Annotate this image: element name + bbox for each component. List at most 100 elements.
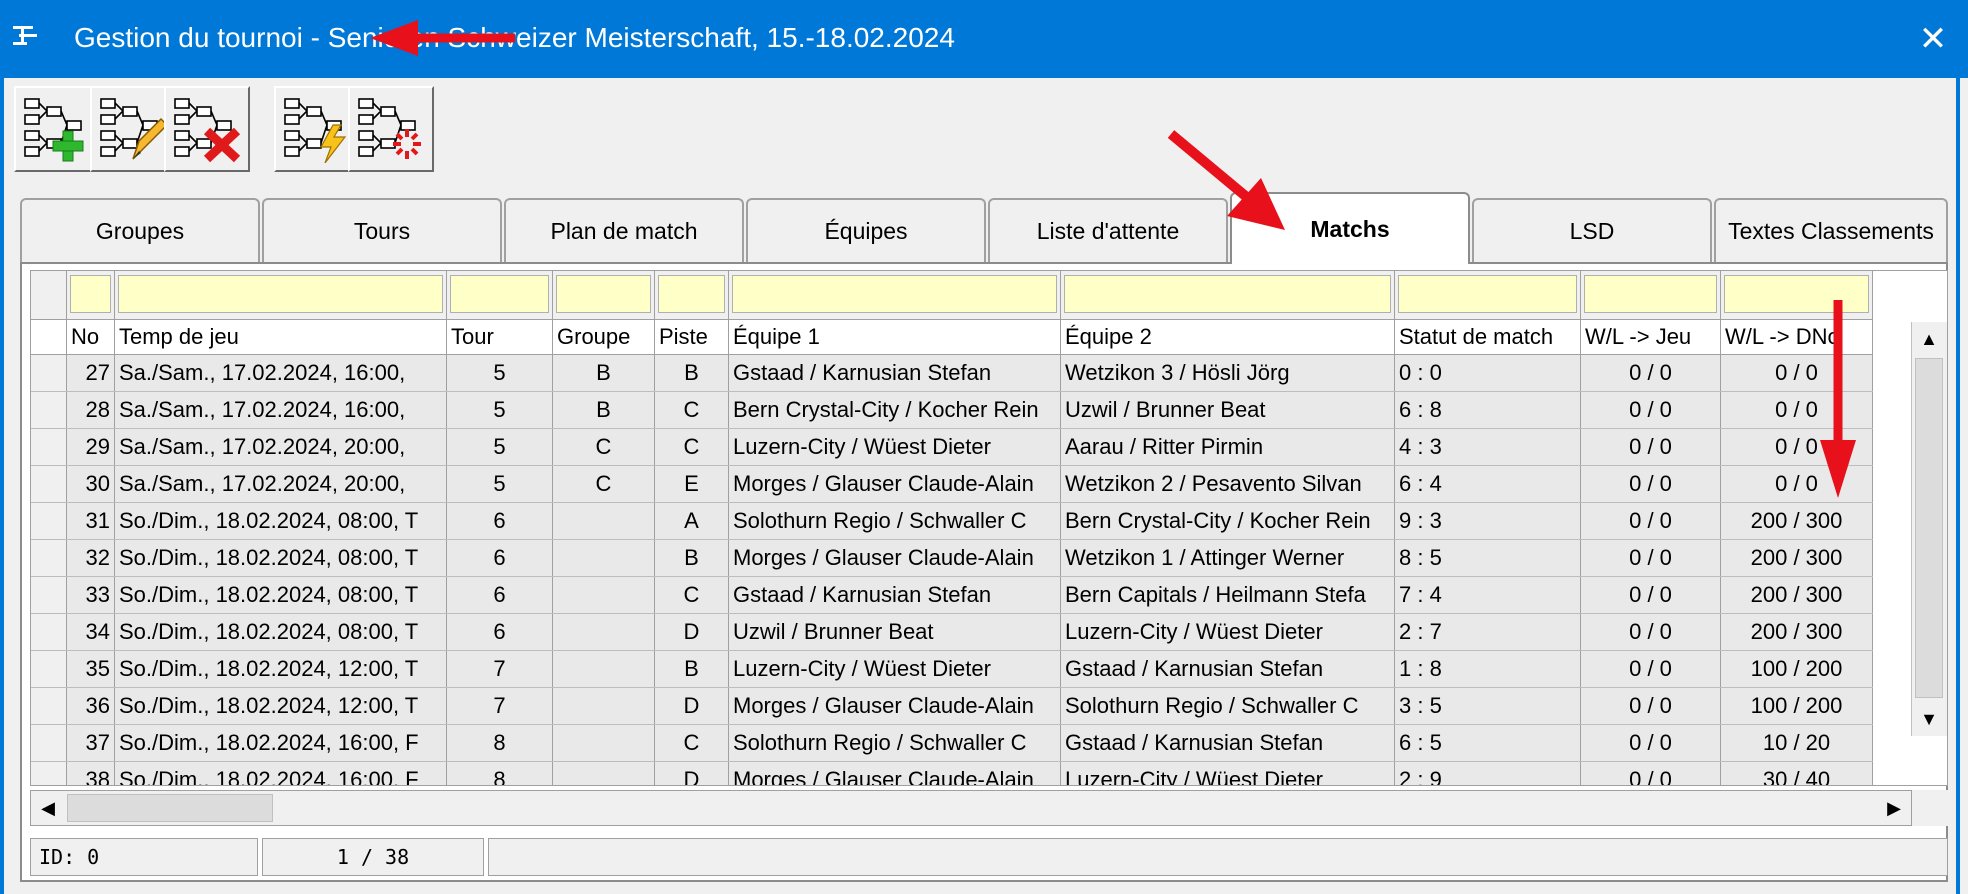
table-cell[interactable]: 200 / 300: [1721, 577, 1873, 613]
table-cell[interactable]: 6: [447, 577, 553, 613]
table-cell[interactable]: So./Dim., 18.02.2024, 16:00, F: [115, 762, 447, 785]
scroll-down-icon[interactable]: ▼: [1912, 702, 1946, 736]
table-row[interactable]: 31 So./Dim., 18.02.2024, 08:00, T 6 A Soloth…: [31, 503, 1873, 540]
table-cell[interactable]: B: [553, 392, 655, 428]
table-cell[interactable]: Luzern-City / Wüest Dieter: [729, 429, 1061, 465]
filter-input[interactable]: [450, 275, 549, 313]
column-header[interactable]: W/L -> DNo: [1721, 320, 1873, 354]
table-cell[interactable]: Bern Capitals / Heilmann Stefa: [1061, 577, 1395, 613]
table-cell[interactable]: Uzwil / Brunner Beat: [729, 614, 1061, 650]
table-cell[interactable]: 1 : 8: [1395, 651, 1581, 687]
column-header[interactable]: Tour: [447, 320, 553, 354]
tab-plan-de-match[interactable]: Plan de match: [504, 198, 744, 262]
table-cell[interactable]: 3 : 5: [1395, 688, 1581, 724]
table-cell[interactable]: 8: [447, 725, 553, 761]
table-cell[interactable]: C: [655, 725, 729, 761]
add-group-button[interactable]: [14, 86, 100, 172]
table-cell[interactable]: 9 : 3: [1395, 503, 1581, 539]
table-cell[interactable]: 28: [67, 392, 115, 428]
table-cell[interactable]: 29: [67, 429, 115, 465]
filter-input[interactable]: [732, 275, 1057, 313]
close-button[interactable]: ✕: [1898, 0, 1968, 78]
table-row[interactable]: 27 Sa./Sam., 17.02.2024, 16:00, 5 B B Gstaad …: [31, 355, 1873, 392]
row-indicator[interactable]: [31, 392, 67, 428]
table-row[interactable]: 30 Sa./Sam., 17.02.2024, 20:00, 5 C E Morges …: [31, 466, 1873, 503]
table-cell[interactable]: Gstaad / Karnusian Stefan: [1061, 725, 1395, 761]
row-indicator[interactable]: [31, 725, 67, 761]
table-cell[interactable]: Gstaad / Karnusian Stefan: [1061, 651, 1395, 687]
table-row[interactable]: 32 So./Dim., 18.02.2024, 08:00, T 6 B Morges…: [31, 540, 1873, 577]
tab-liste-d-attente[interactable]: Liste d'attente: [988, 198, 1228, 262]
table-cell[interactable]: 35: [67, 651, 115, 687]
table-cell[interactable]: 0 / 0: [1581, 725, 1721, 761]
table-row[interactable]: 35 So./Dim., 18.02.2024, 12:00, T 7 B Luzern…: [31, 651, 1873, 688]
table-cell[interactable]: Morges / Glauser Claude-Alain: [729, 466, 1061, 502]
table-cell[interactable]: Wetzikon 3 / Hösli Jörg: [1061, 355, 1395, 391]
table-cell[interactable]: 10 / 20: [1721, 725, 1873, 761]
column-header[interactable]: W/L -> Jeu: [1581, 320, 1721, 354]
scroll-left-icon[interactable]: ◀: [31, 791, 65, 825]
table-cell[interactable]: Sa./Sam., 17.02.2024, 20:00,: [115, 429, 447, 465]
table-cell[interactable]: C: [655, 392, 729, 428]
column-header[interactable]: Statut de match: [1395, 320, 1581, 354]
table-cell[interactable]: 8 : 5: [1395, 540, 1581, 576]
filter-input[interactable]: [658, 275, 725, 313]
table-cell[interactable]: Sa./Sam., 17.02.2024, 20:00,: [115, 466, 447, 502]
table-cell[interactable]: Wetzikon 2 / Pesavento Silvan: [1061, 466, 1395, 502]
table-cell[interactable]: 4 : 3: [1395, 429, 1581, 465]
table-cell[interactable]: [553, 577, 655, 613]
tab-lsd[interactable]: LSD: [1472, 198, 1712, 262]
table-cell[interactable]: C: [553, 466, 655, 502]
table-row[interactable]: 33 So./Dim., 18.02.2024, 08:00, T 6 C Gstaad…: [31, 577, 1873, 614]
table-cell[interactable]: Luzern-City / Wüest Dieter: [1061, 614, 1395, 650]
table-cell[interactable]: 0 : 0: [1395, 355, 1581, 391]
row-indicator[interactable]: [31, 466, 67, 502]
delete-group-button[interactable]: [164, 86, 250, 172]
row-indicator[interactable]: [31, 651, 67, 687]
table-cell[interactable]: Gstaad / Karnusian Stefan: [729, 577, 1061, 613]
row-indicator[interactable]: [31, 540, 67, 576]
table-cell[interactable]: So./Dim., 18.02.2024, 08:00, T: [115, 540, 447, 576]
column-header[interactable]: Temp de jeu: [115, 320, 447, 354]
table-cell[interactable]: So./Dim., 18.02.2024, 12:00, T: [115, 651, 447, 687]
table-cell[interactable]: So./Dim., 18.02.2024, 08:00, T: [115, 614, 447, 650]
table-cell[interactable]: C: [655, 577, 729, 613]
table-cell[interactable]: 0 / 0: [1581, 651, 1721, 687]
table-cell[interactable]: Sa./Sam., 17.02.2024, 16:00,: [115, 392, 447, 428]
table-cell[interactable]: 6 : 8: [1395, 392, 1581, 428]
filter-input[interactable]: [1724, 275, 1869, 313]
table-cell[interactable]: 0 / 0: [1721, 392, 1873, 428]
spark-group-button[interactable]: [348, 86, 434, 172]
table-cell[interactable]: Sa./Sam., 17.02.2024, 16:00,: [115, 355, 447, 391]
table-cell[interactable]: 5: [447, 355, 553, 391]
table-cell[interactable]: 6: [447, 614, 553, 650]
table-row[interactable]: 34 So./Dim., 18.02.2024, 08:00, T 6 D Uzwil …: [31, 614, 1873, 651]
table-cell[interactable]: Solothurn Regio / Schwaller C: [729, 503, 1061, 539]
tab-tours[interactable]: Tours: [262, 198, 502, 262]
horizontal-scroll-thumb[interactable]: [67, 794, 273, 822]
row-indicator[interactable]: [31, 688, 67, 724]
filter-input[interactable]: [1064, 275, 1391, 313]
table-cell[interactable]: A: [655, 503, 729, 539]
table-cell[interactable]: 200 / 300: [1721, 503, 1873, 539]
table-cell[interactable]: 6: [447, 540, 553, 576]
table-cell[interactable]: Solothurn Regio / Schwaller C: [729, 725, 1061, 761]
table-cell[interactable]: [553, 762, 655, 785]
table-cell[interactable]: 7: [447, 651, 553, 687]
table-row[interactable]: 37 So./Dim., 18.02.2024, 16:00, F 8 C Soloth…: [31, 725, 1873, 762]
table-cell[interactable]: 7 : 4: [1395, 577, 1581, 613]
table-cell[interactable]: 200 / 300: [1721, 540, 1873, 576]
table-cell[interactable]: B: [655, 355, 729, 391]
table-cell[interactable]: So./Dim., 18.02.2024, 08:00, T: [115, 577, 447, 613]
table-cell[interactable]: Uzwil / Brunner Beat: [1061, 392, 1395, 428]
table-cell[interactable]: 0 / 0: [1581, 577, 1721, 613]
table-cell[interactable]: Morges / Glauser Claude-Alain: [729, 540, 1061, 576]
table-cell[interactable]: B: [553, 355, 655, 391]
column-header[interactable]: No: [67, 320, 115, 354]
table-cell[interactable]: Bern Crystal-City / Kocher Rein: [729, 392, 1061, 428]
table-cell[interactable]: 5: [447, 466, 553, 502]
table-cell[interactable]: C: [553, 429, 655, 465]
table-cell[interactable]: 0 / 0: [1721, 355, 1873, 391]
filter-input[interactable]: [70, 275, 111, 313]
table-cell[interactable]: B: [655, 651, 729, 687]
